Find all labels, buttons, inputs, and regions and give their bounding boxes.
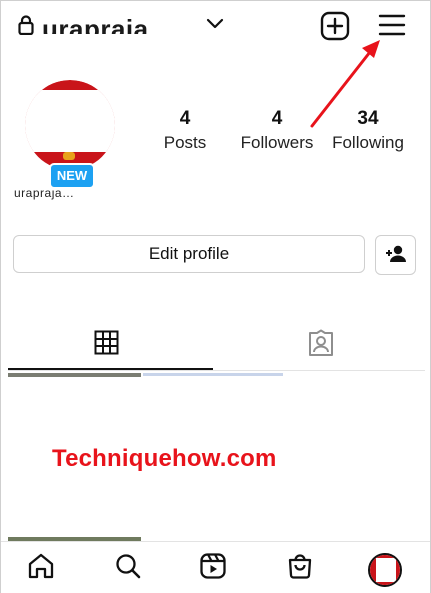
tab-tagged[interactable]: [215, 320, 425, 370]
stat-followers-label: Followers: [240, 133, 314, 152]
edit-profile-button[interactable]: Edit profile: [13, 235, 365, 273]
home-icon[interactable]: [27, 552, 55, 585]
new-badge: NEW: [49, 163, 95, 189]
lock-icon: [18, 15, 34, 40]
stat-following-count: 34: [357, 108, 379, 129]
stat-followers-count: 4: [271, 108, 283, 129]
grid-icon: [94, 330, 119, 355]
tab-posts-grid[interactable]: [8, 320, 213, 370]
profile-avatar[interactable]: [25, 80, 115, 170]
stat-following-label: Following: [332, 133, 404, 152]
tab-divider: [8, 370, 425, 371]
stat-posts-label: Posts: [163, 133, 207, 152]
tagged-icon: [309, 329, 333, 356]
profile-avatar-nav[interactable]: [368, 553, 402, 587]
stat-posts[interactable]: 4 Posts: [158, 108, 212, 156]
search-icon[interactable]: [114, 552, 142, 585]
person-add-icon: [376, 245, 415, 263]
watermark-text: Techniquehow.com: [52, 445, 277, 472]
profile-name: urapraja…: [14, 190, 75, 200]
post-thumbnail[interactable]: [143, 373, 283, 376]
stat-following[interactable]: 34 Following: [328, 108, 408, 156]
chevron-down-icon[interactable]: [206, 17, 224, 35]
discover-people-button[interactable]: [375, 235, 416, 275]
stat-posts-count: 4: [179, 108, 191, 129]
profile-username[interactable]: urapraja…: [42, 10, 175, 34]
reels-icon[interactable]: [199, 552, 227, 585]
stat-followers[interactable]: 4 Followers: [236, 108, 318, 156]
shop-icon[interactable]: [286, 552, 314, 585]
post-thumbnail[interactable]: [8, 373, 141, 377]
